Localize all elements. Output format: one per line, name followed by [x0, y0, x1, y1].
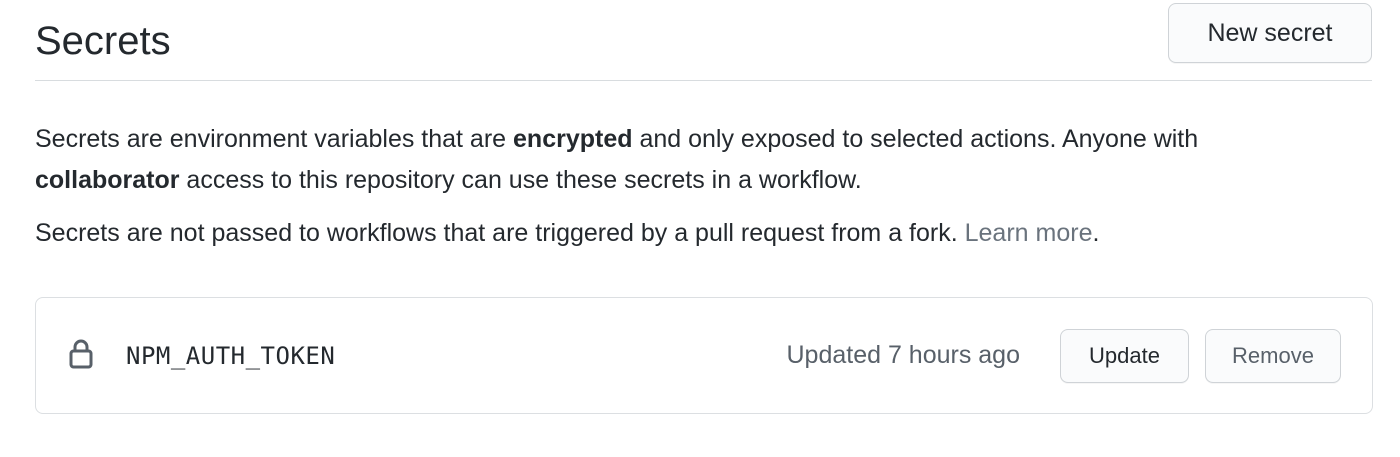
update-secret-button[interactable]: Update [1060, 328, 1189, 383]
secrets-page: Secrets New secret Secrets are environme… [0, 0, 1400, 457]
description-text: access to this repository can use these … [179, 166, 862, 194]
page-title: Secrets [35, 19, 171, 63]
description-bold-encrypted: encrypted [513, 125, 633, 153]
description-text: Secrets are environment variables that a… [35, 125, 514, 153]
description-bold-collaborator: collaborator [35, 166, 180, 194]
description-text: and only exposed to selected actions. An… [632, 125, 1199, 153]
remove-secret-button[interactable]: Remove [1205, 328, 1341, 383]
new-secret-button[interactable]: New secret [1168, 3, 1372, 63]
fork-note: Secrets are not passed to workflows that… [35, 216, 1372, 250]
page-header: Secrets New secret [35, 0, 1372, 81]
secret-list-item: NPM_AUTH_TOKEN Updated 7 hours ago Updat… [35, 297, 1373, 414]
secrets-description: Secrets are environment variables that a… [35, 119, 1335, 201]
note-suffix: . [1092, 219, 1100, 247]
secret-name: NPM_AUTH_TOKEN [126, 341, 336, 370]
note-text: Secrets are not passed to workflows that… [35, 219, 965, 247]
lock-icon [68, 338, 94, 370]
secret-updated-time: Updated 7 hours ago [786, 341, 1020, 369]
learn-more-link[interactable]: Learn more [965, 219, 1093, 247]
